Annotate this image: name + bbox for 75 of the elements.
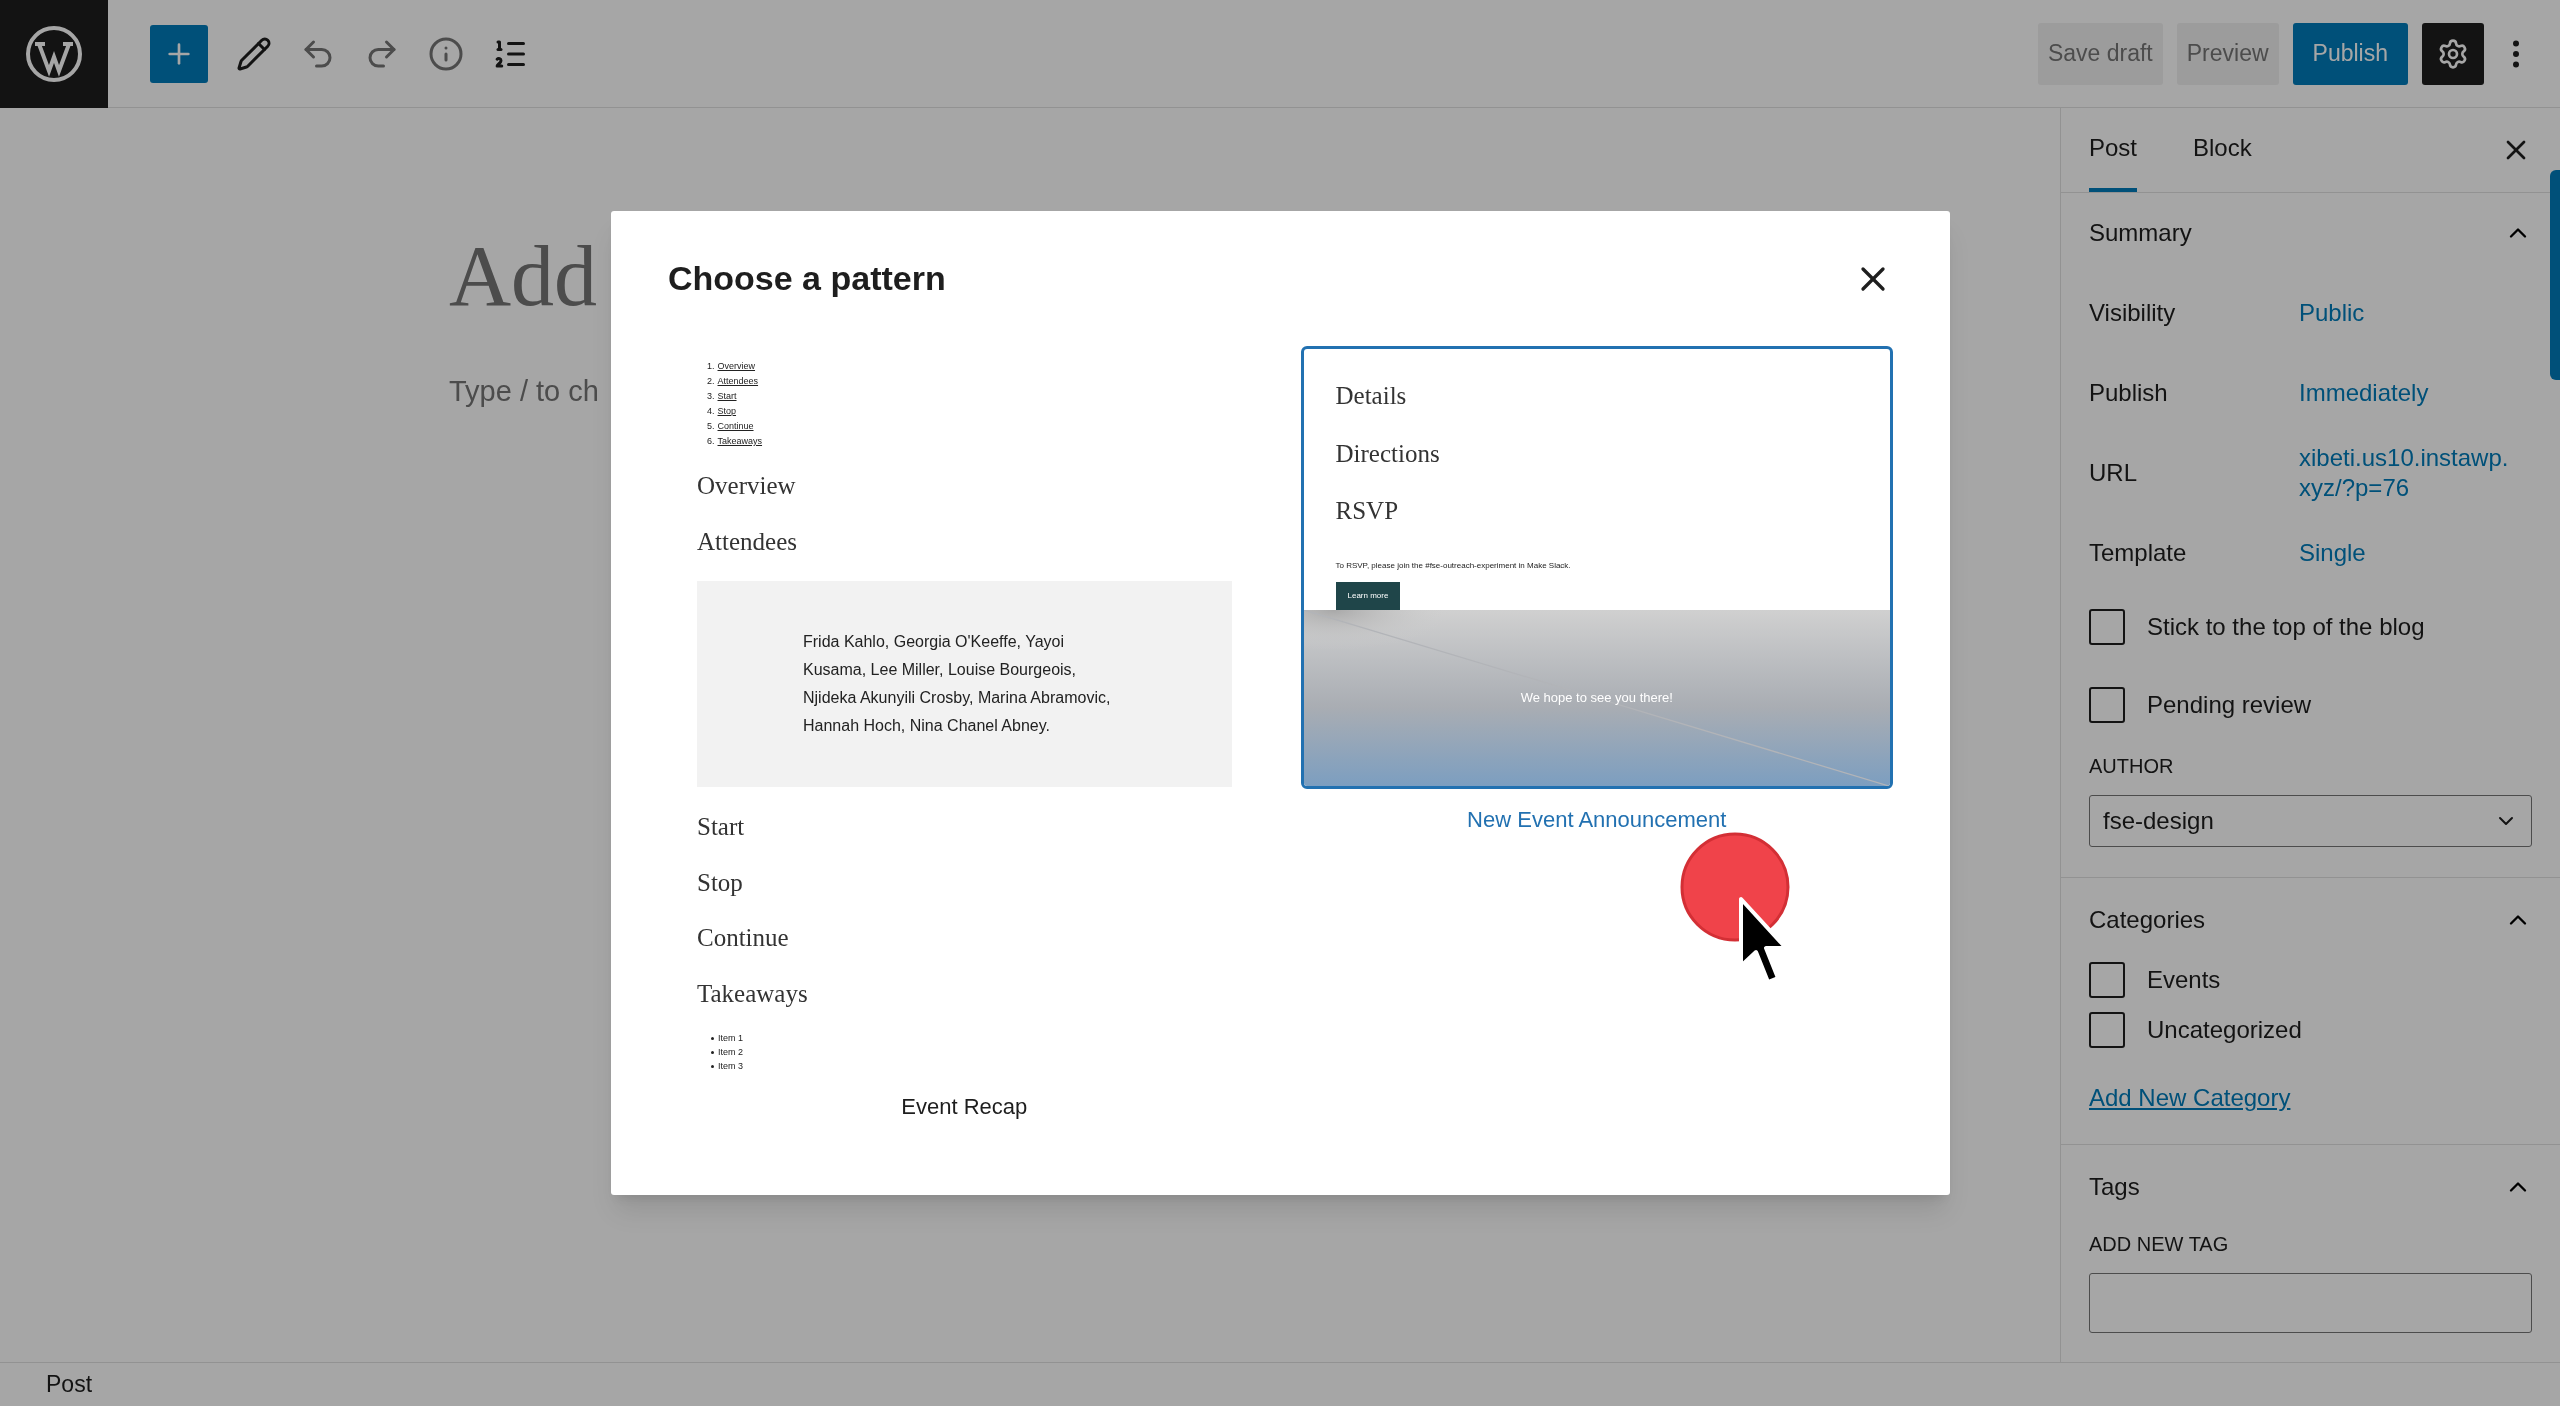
bullet-icon <box>711 1064 714 1068</box>
scroll-handle[interactable] <box>2550 170 2560 380</box>
toc-link: Continue <box>717 420 754 433</box>
wordpress-logo-icon[interactable] <box>0 0 108 108</box>
preview-heading: Attendees <box>697 526 798 557</box>
list-number: 3. <box>707 390 715 403</box>
toc-link: Takeaways <box>717 435 763 448</box>
block-placeholder[interactable]: Type / to ch <box>449 370 599 414</box>
author-label: AUTHOR <box>2089 754 2175 779</box>
click-indicator-icon <box>1680 832 1790 942</box>
list-item: Item 2 <box>718 1046 743 1059</box>
list-number: 4. <box>707 405 715 418</box>
attendees-text: Frida Kahlo, Georgia O'Keeffe, Yayoi Kusama, Lee Miller, Louise Bourgeois, Njideka Akunyili Crosby, Marina Abramovic, Hannah Hoch, Nina Chanel Abney. <box>803 632 1112 736</box>
preview-heading: Continue <box>697 923 790 953</box>
checkbox[interactable] <box>2089 1012 2125 1048</box>
checkbox-label: Stick to the top of the blog <box>2147 612 2425 642</box>
checkbox[interactable] <box>2089 962 2125 998</box>
pattern-title[interactable]: Event Recap <box>901 1090 1028 1123</box>
add-category-link[interactable]: Add New Category <box>2089 1080 2291 1116</box>
sidebar-tab[interactable]: Block <box>2193 108 2252 192</box>
checkbox[interactable] <box>2089 609 2125 645</box>
checkbox-label: Pending review <box>2147 690 2312 720</box>
panel-title[interactable]: Tags <box>2089 1169 2140 1205</box>
modal-title: Choose a pattern <box>668 258 946 299</box>
settings-button[interactable] <box>2422 22 2484 85</box>
toc-link: Overview <box>717 360 756 373</box>
row-value-link[interactable]: Single <box>2299 538 2366 568</box>
row-value-link[interactable]: Public <box>2299 298 2365 328</box>
checkbox-label: Uncategorized <box>2147 1015 2302 1045</box>
toc-link: Attendees <box>717 375 759 388</box>
panel-title[interactable]: Categories <box>2089 902 2206 938</box>
row-value-link[interactable]: Immediately <box>2299 378 2429 408</box>
panel-title[interactable]: Summary <box>2089 215 2192 251</box>
author-select[interactable]: fse-design <box>2089 795 2532 847</box>
preview-button[interactable]: Preview <box>2176 22 2279 85</box>
edit-pencil-icon[interactable] <box>236 35 272 72</box>
checkbox[interactable] <box>2089 687 2125 723</box>
info-icon[interactable] <box>428 35 464 72</box>
toc-link: Stop <box>717 405 737 418</box>
breadcrumb[interactable]: Post <box>46 1367 93 1402</box>
preview-heading: Details <box>1335 381 1408 411</box>
toc-link: Start <box>717 390 737 403</box>
checkbox-label: Events <box>2147 965 2221 995</box>
preview-heading: Stop <box>697 867 744 898</box>
publish-button[interactable]: Publish <box>2292 22 2408 85</box>
preview-heading: Takeaways <box>697 978 809 1009</box>
rsvp-text: To RSVP, please join the #fse-outreach-experiment in Make Slack. <box>1335 559 1572 572</box>
pattern-preview[interactable]: Details Directions RSVP To RSVP, please join the #fse-outreach-experiment in Make Slack. Learn more We hope to see you there! <box>1300 346 1893 789</box>
tag-field-label: ADD NEW TAG <box>2089 1232 2230 1257</box>
preview-heading: Overview <box>697 471 797 501</box>
bullet-icon <box>711 1036 714 1040</box>
bullet-icon <box>711 1050 714 1054</box>
list-number: 2. <box>707 375 715 388</box>
save-draft-button[interactable]: Save draft <box>2037 22 2163 85</box>
learn-more-button: Learn more <box>1335 581 1401 610</box>
row-label: URL <box>2089 458 2138 488</box>
list-item: Item 3 <box>718 1060 743 1073</box>
row-value-link[interactable]: xibeti.us10.instawp. xyz/?p=76 <box>2299 443 2509 503</box>
row-label: Template <box>2089 538 2188 568</box>
cover-text: We hope to see you there! <box>1520 689 1673 707</box>
preview-heading: Start <box>697 812 746 842</box>
list-number: 6. <box>707 435 715 448</box>
row-label: Publish <box>2089 378 2169 408</box>
gear-icon <box>2437 37 2469 70</box>
pattern-title[interactable]: New Event Announcement <box>1467 803 1727 836</box>
add-block-button[interactable] <box>150 24 208 83</box>
row-label: Visibility <box>2089 298 2177 328</box>
preview-heading: RSVP <box>1335 496 1400 526</box>
sidebar-tab[interactable]: Post <box>2089 108 2138 192</box>
list-number: 5. <box>707 420 715 433</box>
preview-heading: Directions <box>1335 438 1441 469</box>
list-item: Item 1 <box>718 1032 743 1045</box>
tag-input-field[interactable] <box>2089 1273 2532 1333</box>
title-placeholder[interactable]: Add <box>449 226 598 326</box>
list-number: 1. <box>707 360 715 373</box>
